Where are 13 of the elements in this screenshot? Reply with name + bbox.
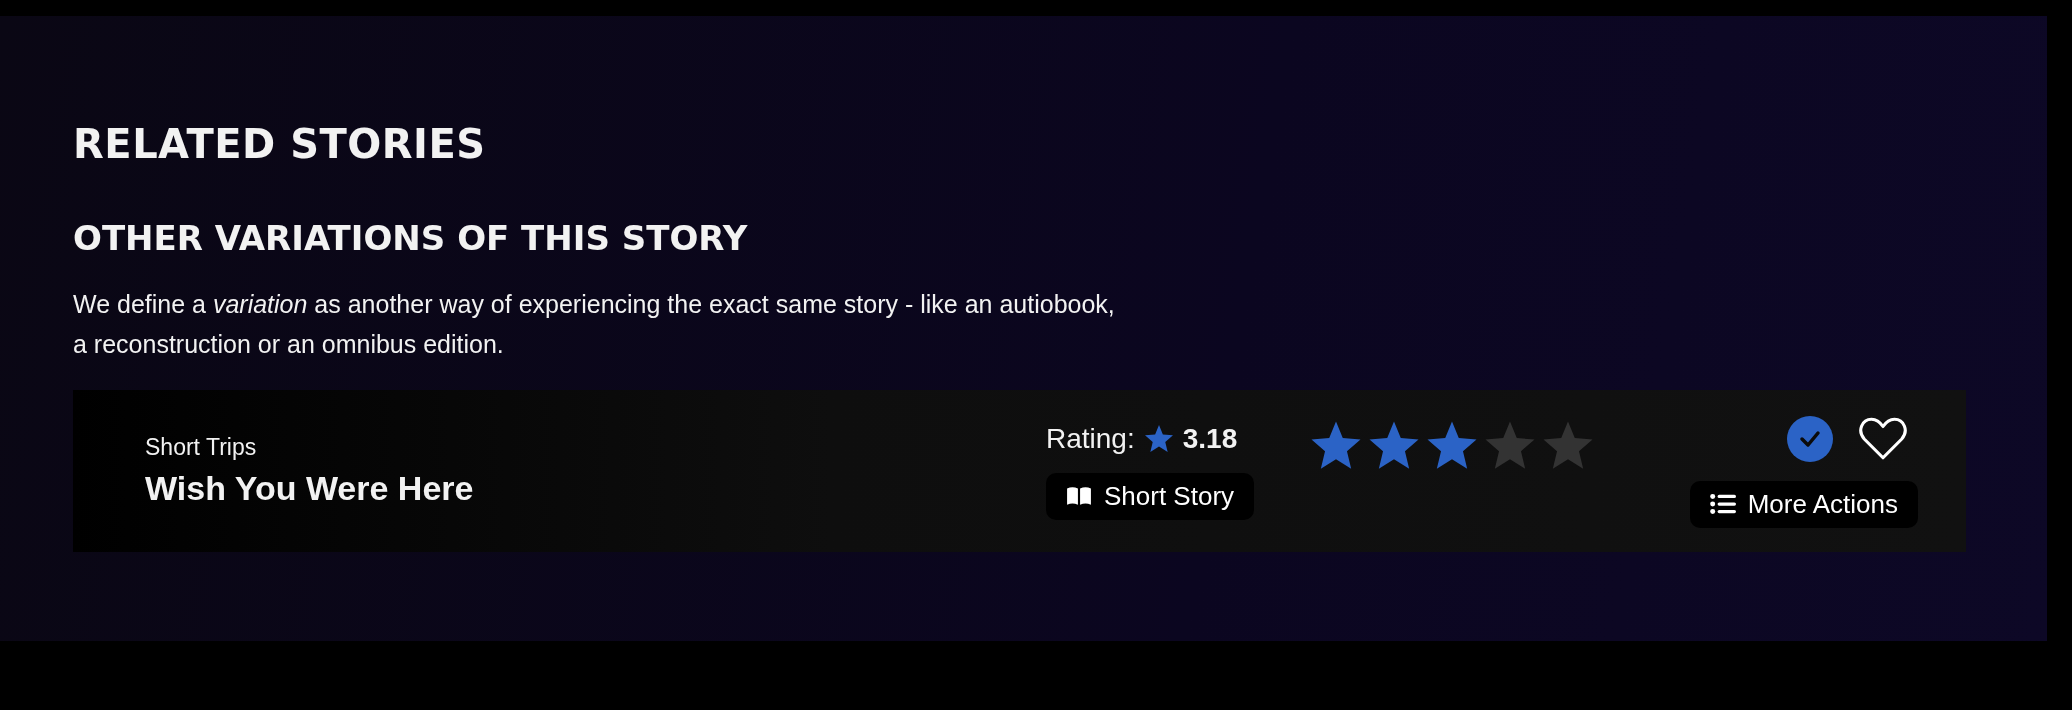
format-button[interactable]: Short Story [1046,472,1255,520]
rating-value: 3.18 [1182,422,1238,455]
story-title[interactable]: Wish You Were Here [145,466,1046,510]
more-actions-button[interactable]: More Actions [1689,480,1918,528]
section-subtitle: OTHER VARIATIONS OF THIS STORY [73,217,749,260]
check-icon[interactable] [1786,414,1834,463]
description: We define a variation as another way of experiencing the exact same story - like an autiobook, a reconstruction or an omnibus edition. [73,289,1116,360]
heart-icon[interactable] [1858,415,1908,462]
section-title: RELATED STORIES [73,120,487,169]
book-icon [1066,485,1092,507]
rating-label: Rating: [1046,422,1135,455]
list-icon [1709,493,1736,515]
series-name: Short Trips [145,433,258,462]
